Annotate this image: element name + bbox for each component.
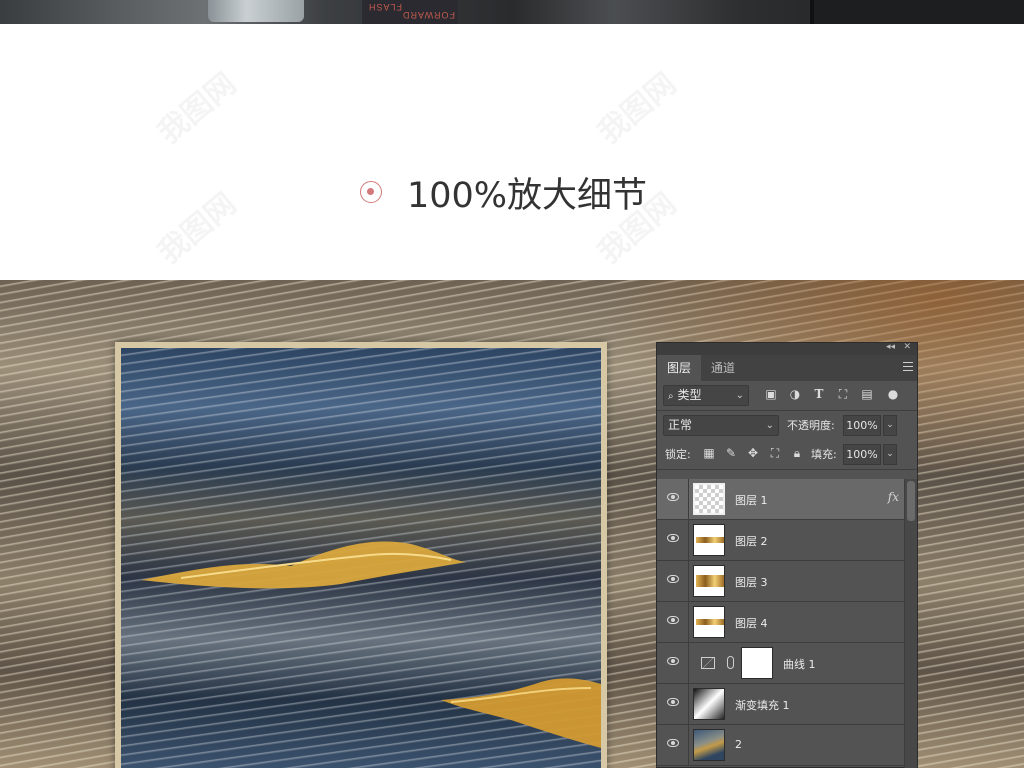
lock-transparent-icon[interactable]: ▦ — [701, 446, 717, 460]
layer-thumbnail — [693, 606, 725, 638]
layer-name: 图层 3 — [735, 576, 768, 589]
tab-layers[interactable]: 图层 — [657, 355, 702, 381]
book-title-text: FLASH — [368, 2, 403, 12]
target-bullet-icon — [360, 181, 382, 203]
kind-filter-select[interactable]: ⌕ 类型 ⌄ — [663, 385, 749, 406]
watermark: 我图网 — [146, 60, 243, 152]
opacity-input[interactable]: 100% — [843, 415, 881, 436]
filter-row: ⌕ 类型 ⌄ ▣ ◑ T ⛶ ▤ ● — [657, 381, 917, 410]
divider — [688, 684, 689, 725]
kind-filter-label: 类型 — [677, 388, 702, 402]
book-subtitle-text: FORWARD — [402, 10, 455, 20]
lock-paint-brush-icon[interactable]: ✎ — [723, 446, 739, 460]
fill-dropdown[interactable]: ⌄ — [883, 444, 897, 465]
painting-frame — [115, 342, 607, 768]
layer-thumbnail — [693, 483, 725, 515]
chevron-down-icon: ⌄ — [735, 390, 744, 401]
book-image: FLASH FORWARD — [362, 0, 458, 24]
layers-panel: ◂◂ ✕ 图层 通道 ⌕ 类型 ⌄ ▣ ◑ T ⛶ ▤ ● 正常 ⌄ 不透明度:… — [656, 342, 918, 768]
lock-all-icon[interactable]: 🔒︎ — [789, 446, 805, 461]
divider — [688, 602, 689, 643]
lock-row: 锁定: ▦ ✎ ✥ ⛶ 🔒︎ 填充: 100% ⌄ — [657, 440, 917, 469]
opacity-dropdown[interactable]: ⌄ — [883, 415, 897, 436]
layer-row[interactable]: 图层 3 — [657, 561, 905, 602]
panel-menu-icon[interactable] — [903, 362, 913, 371]
top-photo-strip: FLASH FORWARD — [0, 0, 1024, 24]
scrollbar-thumb[interactable] — [907, 481, 915, 521]
layer-name: 图层 4 — [735, 617, 768, 630]
collapse-icon[interactable]: ◂◂ — [886, 342, 895, 352]
cup-image — [208, 0, 304, 22]
panel-titlebar: ◂◂ ✕ — [657, 342, 917, 355]
chain-link-icon[interactable] — [727, 656, 734, 669]
divider — [688, 479, 689, 520]
eye-visibility-icon[interactable] — [667, 616, 679, 624]
layer-name: 图层 1 — [735, 494, 768, 507]
layer-row[interactable]: 渐变填充 1 — [657, 684, 905, 725]
dark-frame-image — [810, 0, 1024, 24]
eye-visibility-icon[interactable] — [667, 698, 679, 706]
opacity-label: 不透明度: — [787, 419, 835, 432]
section-title: 100%放大细节 — [407, 175, 648, 216]
lock-artboard-icon[interactable]: ⛶ — [767, 446, 783, 461]
chevron-down-icon: ⌄ — [765, 420, 774, 431]
lock-position-move-icon[interactable]: ✥ — [745, 446, 761, 460]
eye-visibility-icon[interactable] — [667, 534, 679, 542]
adjustment-filter-icon[interactable]: ◑ — [787, 387, 803, 401]
layer-thumbnail — [693, 524, 725, 556]
gold-vein-upper — [141, 541, 601, 748]
section-title-wrap: 100%放大细节 — [360, 170, 647, 216]
curves-adjustment-icon — [701, 657, 715, 669]
divider — [688, 725, 689, 766]
blend-mode-select[interactable]: 正常 ⌄ — [663, 415, 779, 436]
smart-object-filter-icon[interactable]: ▤ — [859, 387, 875, 401]
artwork-showcase: ◂◂ ✕ 图层 通道 ⌕ 类型 ⌄ ▣ ◑ T ⛶ ▤ ● 正常 ⌄ 不透明度:… — [0, 280, 1024, 768]
eye-visibility-icon[interactable] — [667, 739, 679, 747]
filter-toggle-icon[interactable]: ● — [885, 387, 901, 401]
layer-thumbnail — [693, 688, 725, 720]
divider — [688, 520, 689, 561]
type-filter-icon[interactable]: T — [811, 387, 827, 401]
divider — [657, 469, 917, 470]
layer-name: 2 — [735, 738, 742, 751]
watermark: 我图网 — [586, 60, 683, 152]
search-icon: ⌕ — [668, 391, 674, 402]
heading-section: 我图网 我图网 我图网 我图网 100%放大细节 — [0, 24, 1024, 280]
lock-label: 锁定: — [665, 448, 691, 461]
layer-name: 渐变填充 1 — [735, 699, 790, 712]
layer-row[interactable]: 图层 4 — [657, 602, 905, 643]
fill-label: 填充: — [811, 448, 837, 461]
eye-visibility-icon[interactable] — [667, 493, 679, 501]
eye-visibility-icon[interactable] — [667, 657, 679, 665]
painting-image — [121, 348, 601, 768]
divider — [688, 561, 689, 602]
layer-row[interactable]: 图层 1 fx ⌄ — [657, 479, 917, 520]
panel-tabs: 图层 通道 — [657, 355, 917, 381]
close-icon[interactable]: ✕ — [903, 342, 911, 352]
layer-row[interactable]: 2 — [657, 725, 905, 766]
eye-visibility-icon[interactable] — [667, 575, 679, 583]
layer-list: 图层 1 fx ⌄ 图层 2 图层 3 图层 4 — [657, 479, 917, 768]
layer-row[interactable]: 曲线 1 — [657, 643, 905, 684]
blend-row: 正常 ⌄ 不透明度: 100% ⌄ — [657, 411, 917, 440]
watermark: 我图网 — [146, 180, 243, 272]
divider — [688, 643, 689, 684]
layer-thumbnail — [693, 565, 725, 597]
fx-effects-icon[interactable]: fx — [888, 490, 899, 504]
tab-channels[interactable]: 通道 — [701, 355, 745, 381]
fill-input[interactable]: 100% — [843, 444, 881, 465]
pixel-filter-icon[interactable]: ▣ — [763, 387, 779, 401]
layer-name: 曲线 1 — [783, 658, 816, 671]
blend-mode-value: 正常 — [668, 418, 693, 432]
shape-filter-icon[interactable]: ⛶ — [835, 387, 851, 402]
layer-name: 图层 2 — [735, 535, 768, 548]
layer-thumbnail — [693, 729, 725, 761]
layer-row[interactable]: 图层 2 — [657, 520, 905, 561]
layer-mask-thumbnail — [741, 647, 773, 679]
layers-scrollbar[interactable] — [904, 479, 917, 768]
